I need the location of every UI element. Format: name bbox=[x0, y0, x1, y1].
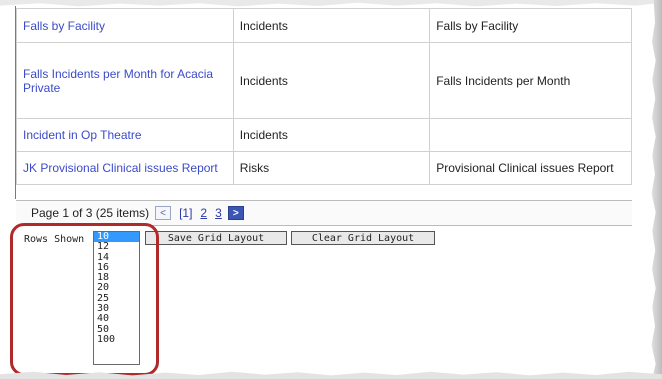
pager-summary: Page 1 of 3 (25 items) bbox=[31, 206, 150, 220]
report-type-cell: Incidents bbox=[232, 8, 431, 43]
torn-edge-right bbox=[651, 0, 662, 379]
report-name-link[interactable]: Incident in Op Theatre bbox=[16, 118, 234, 152]
callout-highlight-box bbox=[10, 223, 159, 376]
report-name-link[interactable]: Falls Incidents per Month for Acacia Pri… bbox=[16, 42, 234, 119]
page-3-link[interactable]: 3 bbox=[215, 206, 222, 220]
report-title-cell: Provisional Clinical issues Report bbox=[429, 151, 632, 185]
report-grid: Falls by Facility Incidents Falls by Fac… bbox=[16, 8, 632, 185]
page-2-link[interactable]: 2 bbox=[200, 206, 207, 220]
torn-edge-bottom bbox=[0, 371, 662, 379]
report-type-cell: Incidents bbox=[232, 118, 431, 152]
table-row: Falls Incidents per Month for Acacia Pri… bbox=[16, 42, 632, 119]
report-name-link[interactable]: Falls by Facility bbox=[16, 8, 234, 43]
torn-edge-top bbox=[0, 0, 662, 7]
report-title-cell: Falls by Facility bbox=[429, 8, 632, 43]
table-row: Incident in Op Theatre Incidents bbox=[16, 118, 632, 152]
table-row: JK Provisional Clinical issues Report Ri… bbox=[16, 151, 632, 185]
next-page-button[interactable]: > bbox=[227, 206, 244, 220]
report-title-cell bbox=[429, 118, 632, 152]
report-name-link[interactable]: JK Provisional Clinical issues Report bbox=[16, 151, 234, 185]
report-type-cell: Risks bbox=[232, 151, 431, 185]
previous-page-button[interactable]: < bbox=[155, 206, 172, 220]
save-grid-layout-button[interactable]: Save Grid Layout bbox=[145, 231, 287, 245]
table-row: Falls by Facility Incidents Falls by Fac… bbox=[16, 8, 632, 43]
current-page: [1] bbox=[179, 206, 193, 220]
clear-grid-layout-button[interactable]: Clear Grid Layout bbox=[291, 231, 435, 245]
report-title-cell: Falls Incidents per Month bbox=[429, 42, 632, 119]
report-type-cell: Incidents bbox=[232, 42, 431, 119]
